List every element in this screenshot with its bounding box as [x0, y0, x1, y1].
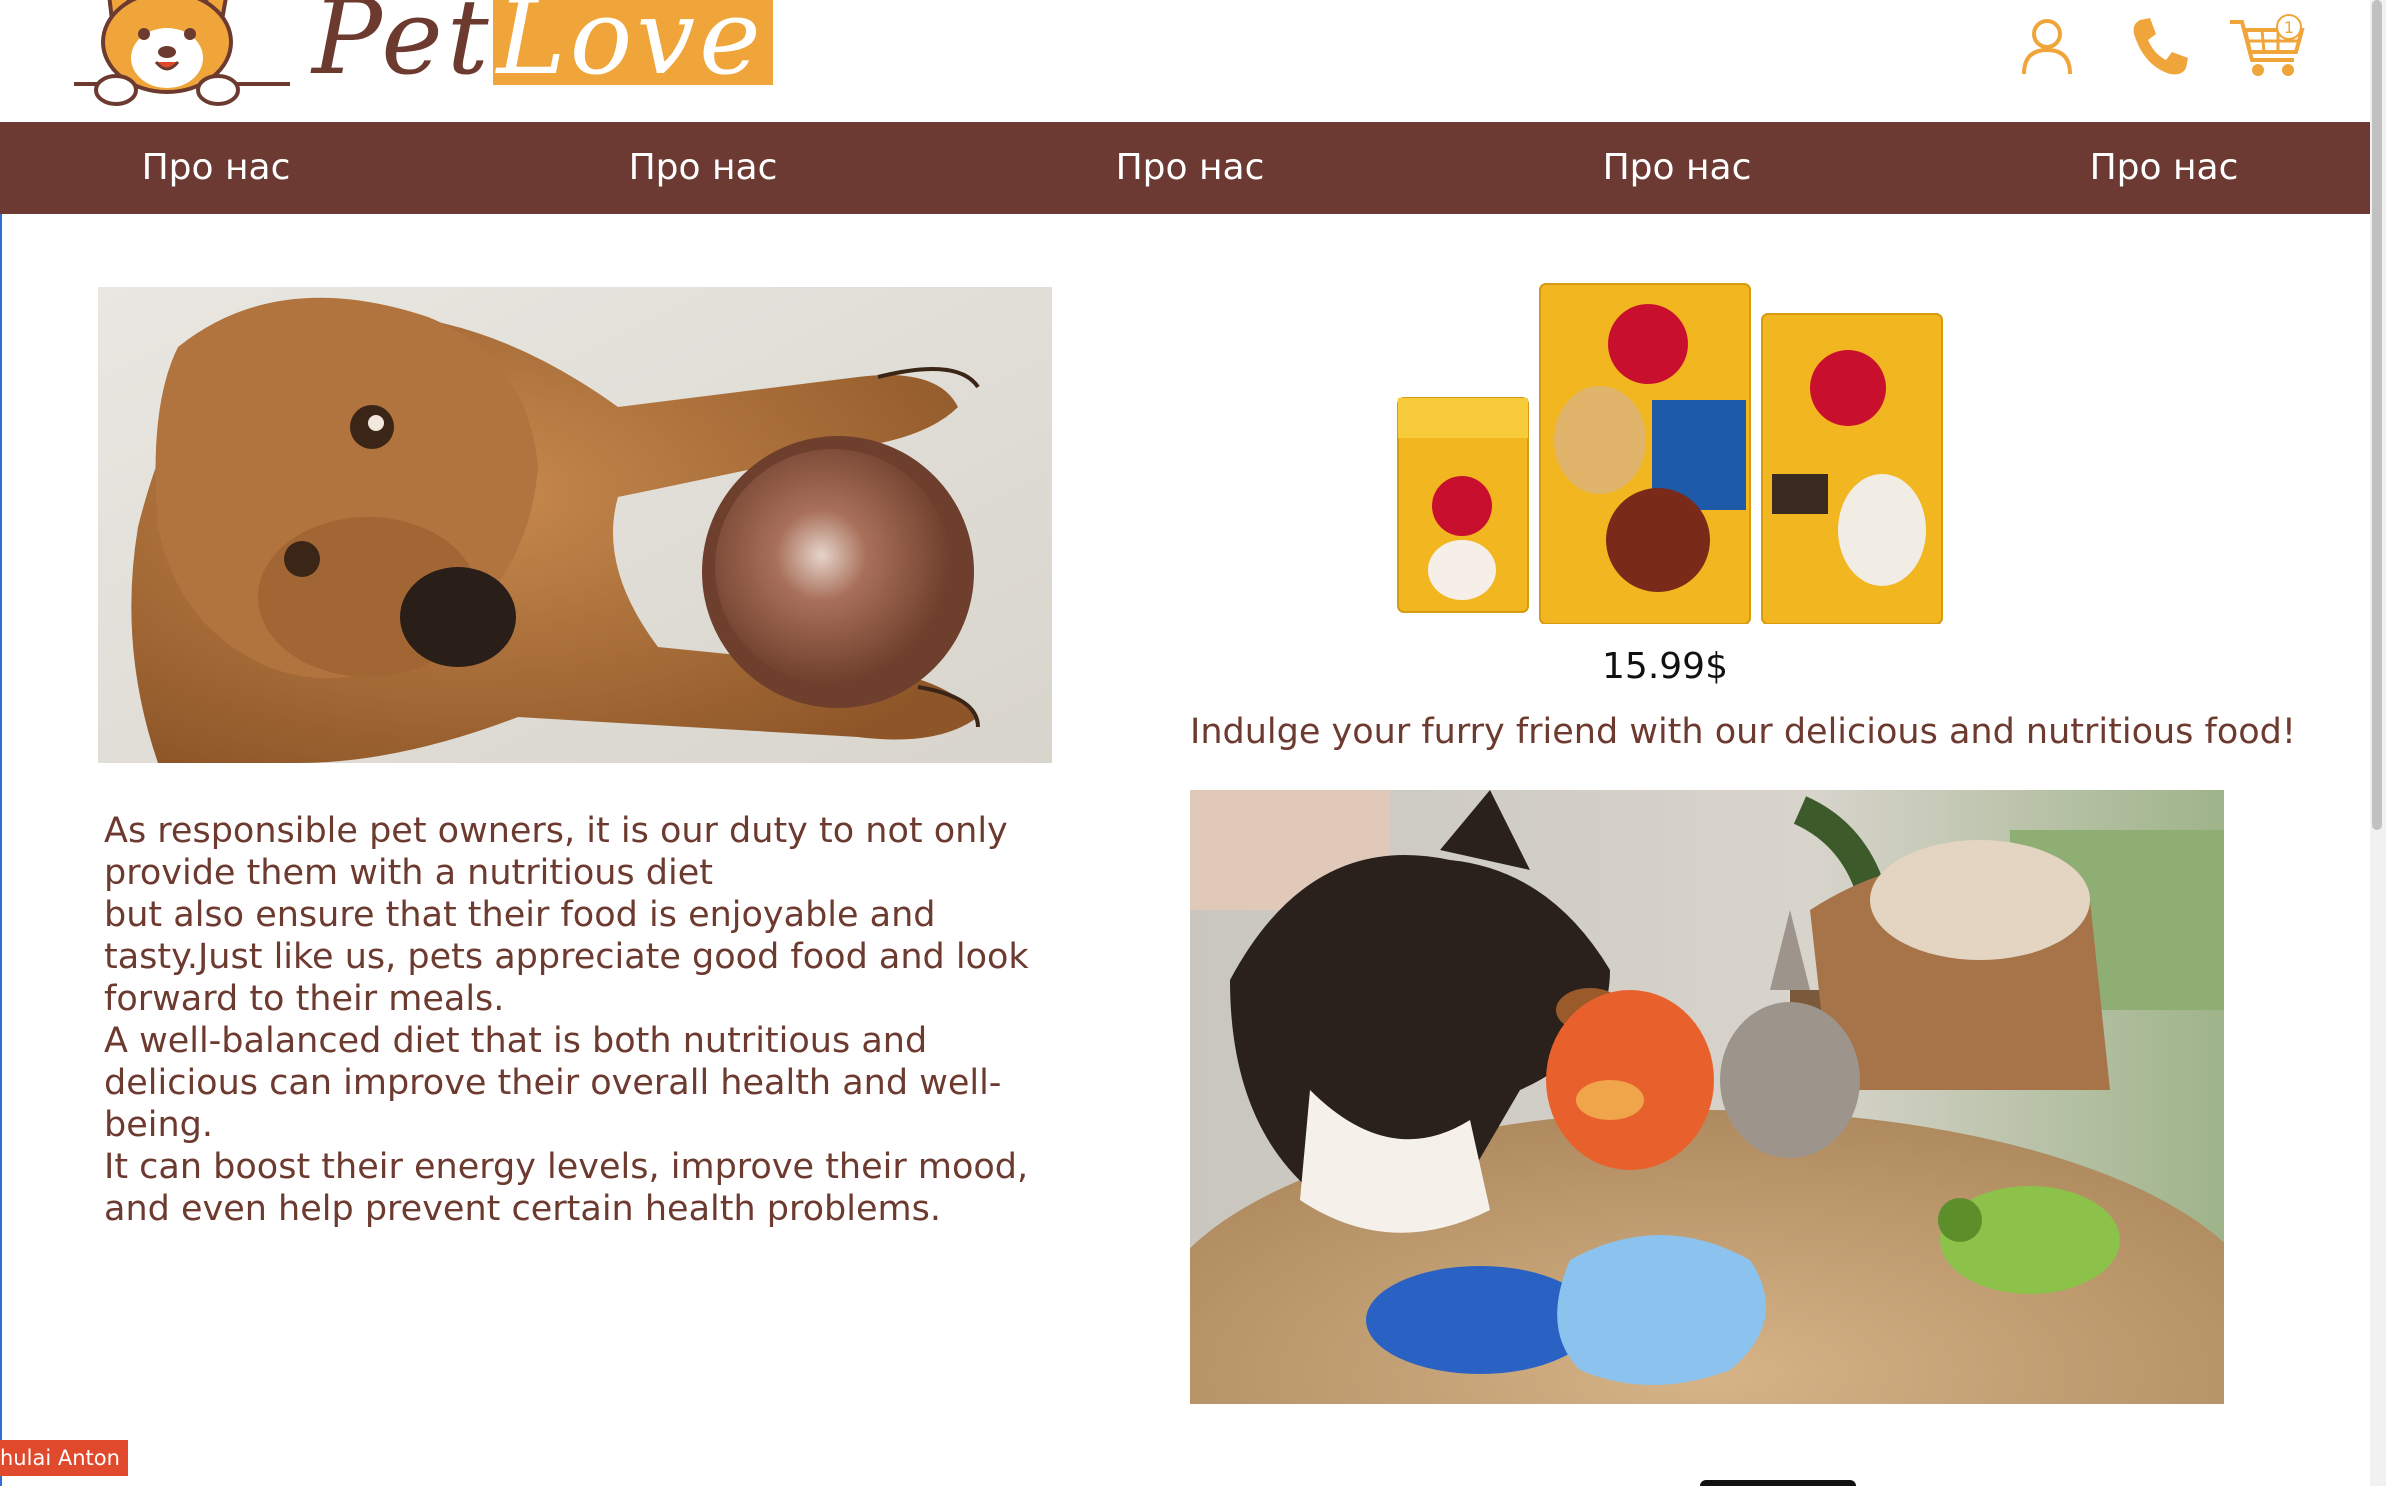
nav-item-about-4[interactable]: Про нас: [1467, 122, 1887, 214]
scrollbar-thumb[interactable]: [2372, 0, 2382, 830]
main-nav: Про нас Про нас Про нас Про нас Про нас: [0, 122, 2374, 214]
article-line-4: It can boost their energy levels, improv…: [104, 1147, 1029, 1229]
nav-item-about-5[interactable]: Про нас: [1954, 122, 2374, 214]
site-header: Pet Love 1: [0, 0, 2370, 122]
product-tagline: Indulge your furry friend with our delic…: [1190, 712, 2296, 752]
brand-name-love: Love: [492, 0, 773, 89]
article-line-2: but also ensure that their food is enjoy…: [104, 895, 1029, 1019]
brand-logotype[interactable]: Pet Love: [312, 0, 773, 98]
user-icon[interactable]: [2014, 14, 2080, 80]
article-line-3: A well-balanced diet that is both nutrit…: [104, 1021, 1002, 1145]
corgi-with-toys-image: [1190, 790, 2224, 1404]
nav-item-about-3[interactable]: Про нас: [980, 122, 1400, 214]
dog-food-product-image: [1390, 280, 1970, 624]
phone-icon[interactable]: [2126, 14, 2192, 80]
dog-with-bowl-image: [98, 287, 1052, 763]
author-credit-tag: hulai Anton: [0, 1440, 128, 1476]
window-edge: [0, 0, 2, 1486]
offscreen-element-peek: [1700, 1480, 1856, 1486]
article-text: As responsible pet owners, it is our dut…: [104, 810, 1064, 1230]
cart-count-badge: 1: [2276, 14, 2302, 40]
brand-name-pet: Pet: [312, 0, 493, 98]
nav-item-about-1[interactable]: Про нас: [6, 122, 426, 214]
corgi-logo-icon[interactable]: [72, 0, 292, 115]
article-line-1: As responsible pet owners, it is our dut…: [104, 811, 1008, 893]
nav-item-about-2[interactable]: Про нас: [493, 122, 913, 214]
product-price: 15.99$: [1602, 646, 1728, 687]
